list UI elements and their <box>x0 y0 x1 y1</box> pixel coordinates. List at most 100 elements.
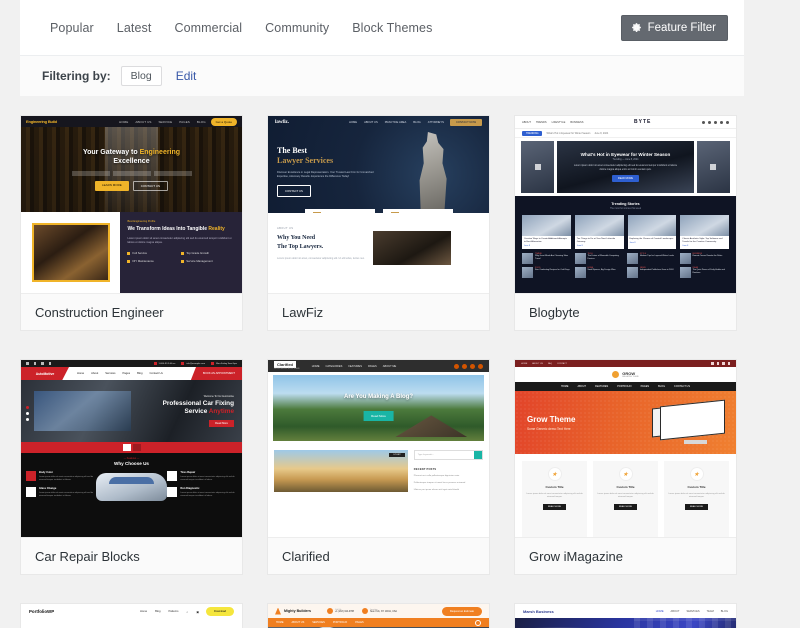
preview-menu-item: BLOG <box>197 120 206 124</box>
preview-kicker: — Features — <box>21 457 242 460</box>
preview-menu-item: Patterns <box>169 610 179 613</box>
theme-screenshot: ABOUT TRENDS LIFESTYLE BUSINESS BYTE TRE… <box>515 116 736 294</box>
theme-card-footer: Construction Engineer <box>21 294 242 330</box>
preview-phone: Call Us+1 (218) 344-0788 <box>327 608 354 614</box>
preview-image <box>32 223 110 282</box>
theme-screenshot: Mighty Builders Call Us+1 (218) 344-0788… <box>268 604 489 628</box>
preview-feature: Full Service <box>127 251 181 255</box>
preview-menu-item: TEAM <box>707 610 714 613</box>
preview-button: READ MORE <box>612 175 639 182</box>
preview-menu-item: PRACTICE AREA <box>385 121 407 124</box>
preview-section-sub: The most hot stories this week <box>522 208 729 210</box>
cart-icon: ▣ <box>196 610 199 614</box>
feature-filter-label: Feature Filter <box>648 22 716 34</box>
preview-card: Book An Appointment <box>305 209 375 213</box>
preview-post: FOODFive Comforting Recipes for Cold Day… <box>522 267 572 278</box>
edit-filters-link[interactable]: Edit <box>176 69 197 83</box>
preview-menu-item: CONTACT US <box>674 385 690 388</box>
nav-tab-block-themes[interactable]: Block Themes <box>352 21 432 35</box>
nav-tab-latest[interactable]: Latest <box>117 21 152 35</box>
preview-menu-item: Services <box>105 372 115 375</box>
preview-feature-title: Glass Change <box>39 488 96 491</box>
preview-menu-item: HOME <box>312 365 320 368</box>
preview-phone-value: +1 (218) 344-0788 <box>335 611 354 613</box>
preview-feature-text: Lorem ipsum dolor sit amet consectetur a… <box>180 476 237 482</box>
theme-screenshot: Clarified WORDPRESS & BLOG THEME HOME CA… <box>268 360 489 538</box>
theme-card[interactable]: Clarified WORDPRESS & BLOG THEME HOME CA… <box>267 359 490 575</box>
theme-card[interactable]: Mighty Builders Call Us+1 (218) 344-0788… <box>267 603 490 628</box>
preview-logo: Engineering Build <box>26 119 57 124</box>
preview-card-meta: June 8 <box>575 244 624 249</box>
preview-post: NEWSIndependent Publishers Grow in 2024 <box>627 267 677 278</box>
preview-menu-item: SERVICES <box>686 610 699 613</box>
preview-card-grid: Creative Ways to Create Additional Attem… <box>522 215 729 249</box>
preview-image <box>96 473 168 501</box>
nav-tab-community[interactable]: Community <box>265 21 329 35</box>
preview-headline: What's Hot in Eyewear for Winter Season <box>581 152 671 157</box>
nav-tab-commercial[interactable]: Commercial <box>174 21 242 35</box>
theme-screenshot: Engineering Build HOME ABOUT US SERVICE … <box>21 116 242 294</box>
preview-cta: CONTACT NOW <box>450 119 482 126</box>
preview-button: Read More <box>363 411 394 421</box>
theme-card[interactable]: Marsh Business HOME ABOUT SERVICES TEAM … <box>514 603 737 628</box>
star-icon: ★ <box>619 467 633 481</box>
theme-card[interactable]: 1-800-92-3-46-xx info@example.com Mon-Fr… <box>20 359 243 575</box>
filter-tag-blog[interactable]: Blog <box>121 66 162 86</box>
preview-card-text: Lorem ipsum dolor sit amet consectetur a… <box>597 493 654 499</box>
preview-logo: BYTE <box>634 119 651 125</box>
preview-card-meta: June 8 <box>628 241 677 246</box>
preview-card-meta: June 8 <box>522 244 571 249</box>
preview-menu-item: HOME <box>656 610 664 613</box>
preview-address: LocationNew York, NY 10011, USA <box>362 608 397 614</box>
nav-tab-popular[interactable]: Popular <box>50 21 94 35</box>
preview-headline: Grow Theme <box>527 415 575 424</box>
preview-logo: AutoMotive <box>21 367 69 380</box>
preview-cta: Request an Estimate <box>442 607 482 616</box>
preview-cta: Download <box>206 607 234 616</box>
preview-date: June 8, 2024 <box>594 132 608 135</box>
filtering-by-label: Filtering by: <box>42 69 111 83</box>
star-icon: ★ <box>548 467 562 481</box>
preview-image <box>515 618 736 628</box>
preview-feature-text: Lorem ipsum dolor sit amet consectetur a… <box>39 492 96 498</box>
theme-nav-bar: Popular Latest Commercial Community Bloc… <box>20 0 744 55</box>
preview-post-title: The Future of Wearable Computing Devices <box>588 255 625 261</box>
preview-post-title: Why Great Minds Are Choosing Slow Travel <box>535 255 572 261</box>
preview-slider-dots <box>26 406 29 421</box>
preview-headline-b: Excellence <box>113 158 149 165</box>
preview-strip <box>21 442 242 453</box>
preview-section-title: Why Choose Us <box>21 461 242 466</box>
theme-card[interactable]: Engineering Build HOME ABOUT US SERVICE … <box>20 115 243 331</box>
preview-logo-icon <box>612 371 619 378</box>
preview-logo: Clarified <box>274 361 296 368</box>
preview-headline: The Best Lawyer Services <box>277 146 377 166</box>
preview-post-title: Small Spaces, Big Design Wins <box>588 269 616 272</box>
theme-directory-page: Popular Latest Commercial Community Bloc… <box>0 0 800 628</box>
preview-card-title: Custom Title <box>526 485 583 489</box>
theme-card-footer: Car Repair Blocks <box>21 538 242 574</box>
preview-menu-item: ABOUT <box>522 121 531 124</box>
preview-post-title: Modern Tips for Layered Winter Looks <box>640 255 674 258</box>
theme-card[interactable]: PortfolioWP Home Blog Patterns ⌕ ▣ Downl… <box>20 603 243 628</box>
theme-screenshot: HOME ABOUT US FAQ CONTACT GROW iMAGAZINE… <box>515 360 736 538</box>
gear-icon <box>631 22 642 33</box>
preview-card-meta: June 8 <box>680 244 729 249</box>
preview-menu-item: BLOG <box>721 610 728 613</box>
preview-post: BUSINESSRemote Teams Rewrite the Rules <box>680 253 730 264</box>
preview-headline: Your Gateway to Engineering Excellence <box>83 148 180 166</box>
theme-card[interactable]: lawfiz. HOME ABOUT US PRACTICE AREA BLOG… <box>267 115 490 331</box>
preview-card-button: READ MORE <box>685 504 708 510</box>
theme-name: Grow iMagazine <box>529 549 623 564</box>
preview-kicker: Best Engineering Profile <box>127 220 235 223</box>
preview-menu-item: PORTFOLIO <box>333 621 347 624</box>
theme-card-footer: Blogbyte <box>515 294 736 330</box>
theme-card[interactable]: ABOUT TRENDS LIFESTYLE BUSINESS BYTE TRE… <box>514 115 737 331</box>
preview-menu-item: Home <box>140 610 147 613</box>
preview-headline-accent: Engineering <box>140 149 180 156</box>
theme-card[interactable]: HOME ABOUT US FAQ CONTACT GROW iMAGAZINE… <box>514 359 737 575</box>
preview-menu-item: PORTFOLIO <box>617 385 631 388</box>
feature-filter-button[interactable]: Feature Filter <box>621 15 728 41</box>
preview-kicker: ABOUT US <box>277 227 365 230</box>
preview-feature-list: Full Service Top Grade Growth DIY Mainte… <box>127 251 235 263</box>
preview-post: STYLEModern Tips for Layered Winter Look… <box>627 253 677 264</box>
